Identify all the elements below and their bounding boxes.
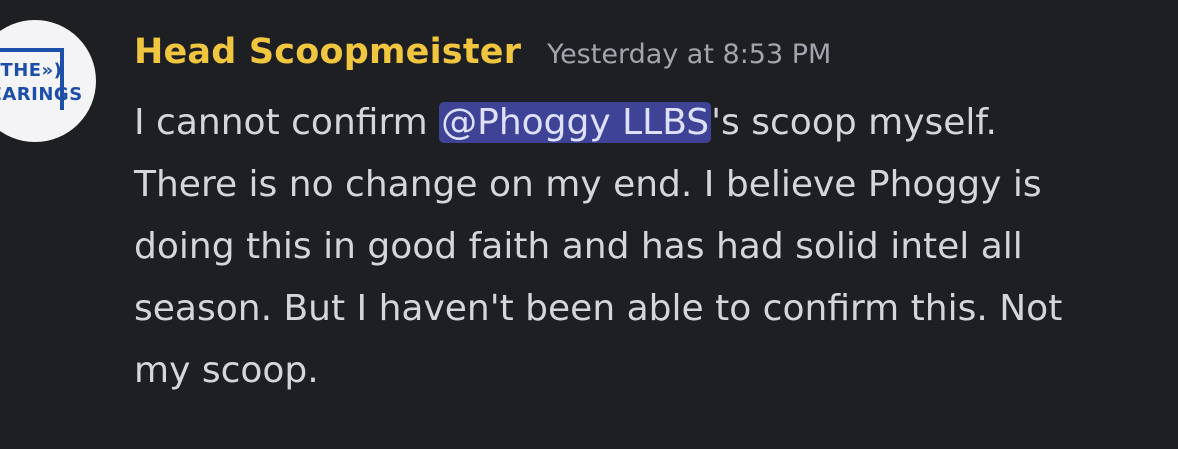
message-line: doing this in good faith and has had sol… [134,226,1023,267]
avatar-logo-line1: «(THE») [0,60,63,81]
message-line: my scoop. [134,350,319,391]
message-timestamp[interactable]: Yesterday at 8:53 PM [547,39,831,70]
chat-message: «(THE») HEARINGS Head Scoopmeister Yeste… [0,0,1178,449]
message-line: I cannot confirm @Phoggy LLBS's scoop my… [134,92,1174,154]
message-line: season. But I haven't been able to confi… [134,288,1063,329]
message-text: 's scoop myself. [711,102,997,143]
message-content: I cannot confirm @Phoggy LLBS's scoop my… [134,92,1174,402]
avatar-logo-line2: HEARINGS [0,84,83,105]
user-mention[interactable]: @Phoggy LLBS [439,102,712,143]
message-text: I cannot confirm [134,102,440,143]
message-header: Head Scoopmeister Yesterday at 8:53 PM [134,32,831,82]
message-line: There is no change on my end. I believe … [134,164,1042,205]
author-username[interactable]: Head Scoopmeister [134,32,521,72]
avatar[interactable]: «(THE») HEARINGS [0,20,96,142]
